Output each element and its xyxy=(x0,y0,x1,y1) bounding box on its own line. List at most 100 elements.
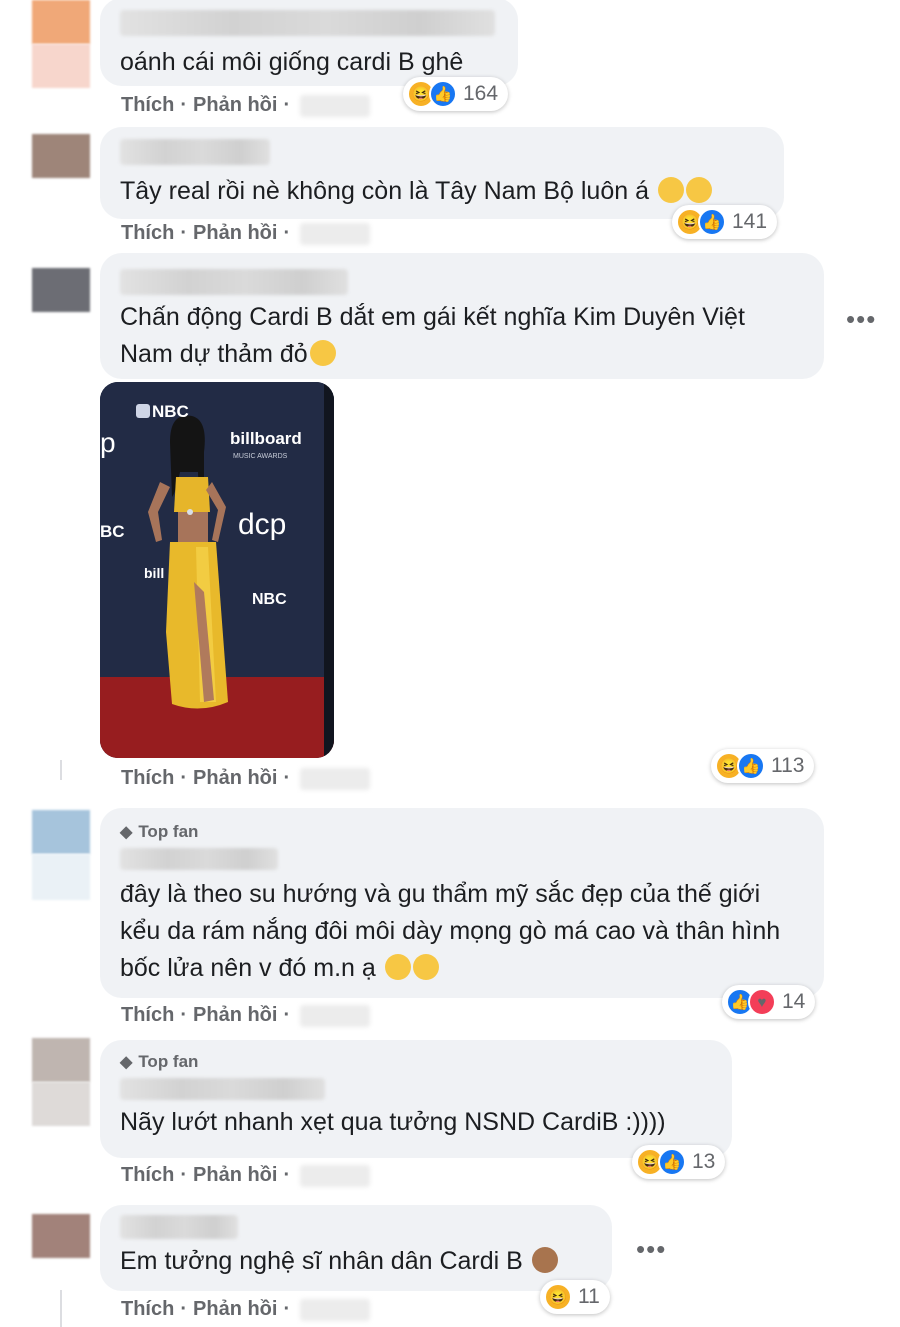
comment-bubble: Tây real rồi nè không còn là Tây Nam Bộ … xyxy=(100,127,784,219)
comment-actions: Thích · Phản hồi · xyxy=(121,1164,371,1187)
comment-bubble: ◆ Top fan đây là theo su hướng và gu thẩm… xyxy=(100,808,824,998)
like-link[interactable]: Thích xyxy=(121,94,174,117)
thread-line xyxy=(60,1290,62,1327)
dot-separator: · xyxy=(283,94,291,116)
commenter-name[interactable] xyxy=(120,848,278,870)
smiling-emoji xyxy=(412,954,439,980)
reaction-summary[interactable]: 😆 👍 164 xyxy=(403,77,509,111)
comment-bubble: Em tưởng nghệ sĩ nhân dân Cardi B xyxy=(100,1205,612,1291)
comment-text: Em tưởng nghệ sĩ nhân dân Cardi B xyxy=(120,1243,592,1280)
timestamp[interactable] xyxy=(300,222,371,245)
reply-link[interactable]: Phản hồi xyxy=(193,1164,277,1187)
haha-icon: 😆 xyxy=(544,1283,572,1311)
reaction-count: 11 xyxy=(578,1285,600,1308)
dot-separator: · xyxy=(283,1004,291,1026)
comment-text: Tây real rồi nè không còn là Tây Nam Bộ … xyxy=(120,173,764,210)
avatar[interactable] xyxy=(32,1214,90,1258)
comment-photo[interactable]: NBC billboard MUSIC AWARDS dcp NBC BC p … xyxy=(100,382,334,758)
commenter-name[interactable] xyxy=(120,10,495,36)
comment-bubble: Chấn động Cardi B dắt em gái kết nghĩa K… xyxy=(100,253,824,379)
avatar[interactable] xyxy=(32,134,90,178)
reaction-count: 14 xyxy=(782,990,806,1013)
reaction-summary[interactable]: 😆 11 xyxy=(540,1280,610,1314)
like-icon: 👍 xyxy=(737,752,765,780)
billboard-logo: billboard xyxy=(230,429,302,448)
comment-text: đây là theo su hướng và gu thẩm mỹ sắc đ… xyxy=(120,880,781,982)
love-icon: ♥ xyxy=(748,988,776,1016)
timestamp[interactable] xyxy=(300,767,371,790)
like-link[interactable]: Thích xyxy=(121,1164,174,1187)
flushed-emoji xyxy=(685,177,712,203)
comment-actions: Thích · Phản hồi · xyxy=(121,94,371,117)
reaction-summary[interactable]: 😆 👍 141 xyxy=(672,205,778,239)
reply-link[interactable]: Phản hồi xyxy=(193,1298,277,1321)
avatar[interactable] xyxy=(32,268,90,312)
svg-text:BC: BC xyxy=(100,522,125,541)
top-fan-badge: ◆ Top fan xyxy=(120,822,199,841)
commenter-name[interactable] xyxy=(120,139,270,165)
like-link[interactable]: Thích xyxy=(121,1004,174,1027)
comment-actions: Thích · Phản hồi · xyxy=(121,767,371,790)
dot-separator: · xyxy=(180,222,188,244)
like-icon: 👍 xyxy=(698,208,726,236)
reaction-count: 13 xyxy=(692,1150,716,1173)
svg-text:bill: bill xyxy=(144,565,164,581)
red-carpet-photo: NBC billboard MUSIC AWARDS dcp NBC BC p … xyxy=(100,382,334,758)
reaction-summary[interactable]: 😆 👍 113 xyxy=(711,749,815,783)
timestamp[interactable] xyxy=(300,1298,371,1321)
like-icon: 👍 xyxy=(429,80,457,108)
comment-text: Nãy lướt nhanh xẹt qua tưởng NSND CardiB… xyxy=(120,1108,666,1136)
dot-separator: · xyxy=(283,1164,291,1186)
comment-actions: Thích · Phản hồi · xyxy=(121,1298,371,1321)
diamond-icon: ◆ xyxy=(120,824,133,841)
dot-separator: · xyxy=(283,222,291,244)
like-icon: 👍 xyxy=(658,1148,686,1176)
comment-text: oánh cái môi giống cardi B ghê xyxy=(120,48,464,76)
more-options-icon[interactable]: ••• xyxy=(846,304,876,335)
dot-separator: · xyxy=(180,1164,188,1186)
reply-link[interactable]: Phản hồi xyxy=(193,767,277,790)
thinking-emoji xyxy=(384,954,411,980)
thread-line xyxy=(60,760,62,780)
dot-separator: · xyxy=(180,767,188,789)
diamond-icon: ◆ xyxy=(120,1054,133,1071)
reaction-count: 113 xyxy=(771,754,805,777)
comment-actions: Thích · Phản hồi · xyxy=(121,1004,371,1027)
reaction-count: 141 xyxy=(732,210,768,233)
comment-bubble: ◆ Top fan Nãy lướt nhanh xẹt qua tưởng NS… xyxy=(100,1040,732,1158)
svg-text:NBC: NBC xyxy=(252,591,287,608)
dot-separator: · xyxy=(180,94,188,116)
timestamp[interactable] xyxy=(300,1164,371,1187)
reaction-summary[interactable]: 👍 ♥ 14 xyxy=(722,985,816,1019)
commenter-name[interactable] xyxy=(120,1078,325,1100)
see-no-evil-monkey-emoji xyxy=(531,1247,558,1273)
avatar[interactable] xyxy=(32,1038,90,1126)
commenter-name[interactable] xyxy=(120,1215,238,1239)
reaction-summary[interactable]: 😆 👍 13 xyxy=(632,1145,726,1179)
exploding-head-emoji xyxy=(657,177,684,203)
reaction-count: 164 xyxy=(463,82,499,105)
billboard-sub: MUSIC AWARDS xyxy=(233,453,288,460)
reply-link[interactable]: Phản hồi xyxy=(193,222,277,245)
timestamp[interactable] xyxy=(300,94,371,117)
nbc-logo: NBC xyxy=(152,402,189,421)
like-link[interactable]: Thích xyxy=(121,1298,174,1321)
commenter-name[interactable] xyxy=(120,269,348,295)
dcp-logo: dcp xyxy=(238,508,286,541)
top-fan-badge: ◆ Top fan xyxy=(120,1052,199,1071)
more-options-icon[interactable]: ••• xyxy=(636,1234,666,1265)
avatar[interactable] xyxy=(32,810,90,900)
comment-actions: Thích · Phản hồi · xyxy=(121,222,371,245)
timestamp[interactable] xyxy=(300,1004,371,1027)
reply-link[interactable]: Phản hồi xyxy=(193,1004,277,1027)
avatar[interactable] xyxy=(32,0,90,90)
comment-text: Chấn động Cardi B dắt em gái kết nghĩa K… xyxy=(120,303,745,368)
dot-separator: · xyxy=(180,1298,188,1320)
comment-bubble: oánh cái môi giống cardi B ghê xyxy=(100,0,518,86)
reply-link[interactable]: Phản hồi xyxy=(193,94,277,117)
like-link[interactable]: Thích xyxy=(121,222,174,245)
weary-cat-emoji xyxy=(309,340,336,366)
dot-separator: · xyxy=(180,1004,188,1026)
svg-text:p: p xyxy=(100,427,116,458)
like-link[interactable]: Thích xyxy=(121,767,174,790)
